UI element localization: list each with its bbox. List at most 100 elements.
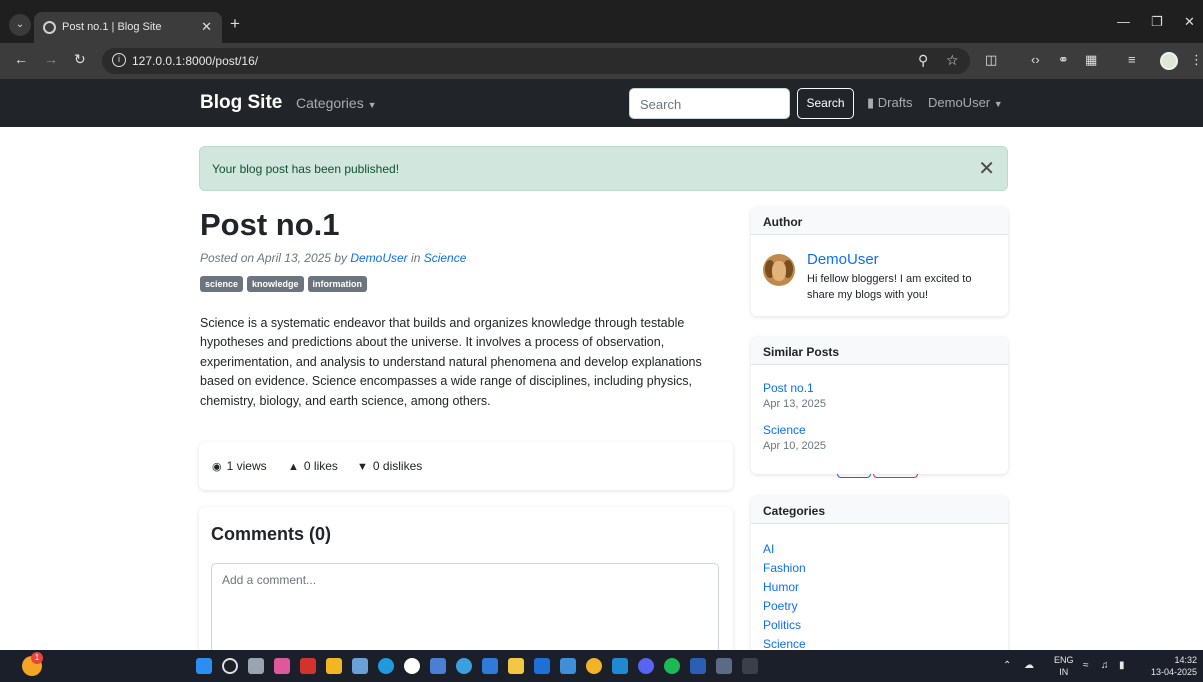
- likes-stat[interactable]: ▲ 0 likes: [288, 459, 338, 473]
- site-navbar: Blog Site Categories ▼ Search Search ▮ D…: [0, 79, 1203, 127]
- views-stat: ◉ 1 views: [212, 459, 267, 473]
- copilot-icon[interactable]: [274, 658, 290, 674]
- reload-icon[interactable]: ↻: [74, 51, 86, 68]
- category-link[interactable]: Fashion: [763, 559, 806, 578]
- user-dropdown[interactable]: DemoUser ▼: [928, 95, 1003, 110]
- powershell-icon[interactable]: [742, 658, 758, 674]
- bookmark-star-icon[interactable]: ☆: [946, 52, 959, 69]
- close-icon[interactable]: ✕: [978, 156, 995, 181]
- language-indicator[interactable]: ENG IN: [1054, 654, 1074, 678]
- menu-dots-icon[interactable]: ⋮: [1190, 52, 1203, 68]
- category-link[interactable]: Science: [424, 251, 467, 265]
- snipping-icon[interactable]: [716, 658, 732, 674]
- file-explorer-icon[interactable]: [326, 658, 342, 674]
- clock[interactable]: 14:32 13-04-2025: [1147, 654, 1197, 678]
- close-tab-icon[interactable]: ✕: [201, 19, 212, 35]
- clock-time: 14:32: [1174, 655, 1197, 665]
- forward-icon[interactable]: →: [44, 51, 58, 67]
- similar-post-link[interactable]: Science: [763, 423, 826, 437]
- thumbs-up-icon: ▲: [288, 461, 299, 473]
- wifi-icon[interactable]: ≈: [1083, 660, 1089, 671]
- author-heading: Author: [751, 207, 1008, 235]
- category-link[interactable]: Humor: [763, 578, 806, 597]
- site-brand[interactable]: Blog Site: [200, 92, 282, 114]
- profile-avatar-icon[interactable]: [1160, 52, 1178, 70]
- comments-title: Comments (0): [211, 524, 332, 544]
- mcafee-icon[interactable]: [300, 658, 316, 674]
- tab-search-button[interactable]: ⌄: [9, 14, 31, 36]
- tab-title: Post no.1 | Blog Site: [62, 21, 162, 33]
- drafts-label: Drafts: [877, 95, 913, 110]
- categories-heading: Categories: [751, 496, 1008, 524]
- app-icon[interactable]: [404, 658, 420, 674]
- post-title: Post no.1: [200, 207, 340, 242]
- vscode-icon[interactable]: [612, 658, 628, 674]
- tab-list-icon[interactable]: ≡: [1128, 52, 1136, 67]
- site-info-icon[interactable]: i: [112, 53, 126, 67]
- store-icon[interactable]: [352, 658, 368, 674]
- minimize-icon[interactable]: —: [1117, 14, 1130, 29]
- author-link[interactable]: DemoUser: [350, 251, 407, 265]
- chrome-icon[interactable]: [586, 658, 602, 674]
- tag-badge[interactable]: science: [200, 276, 244, 292]
- volume-icon[interactable]: ♫: [1101, 660, 1109, 671]
- browser-tab[interactable]: Post no.1 | Blog Site ✕: [34, 12, 222, 43]
- reading-mode-icon[interactable]: ▦: [1085, 52, 1097, 68]
- similar-post-date: Apr 13, 2025: [763, 398, 826, 410]
- extensions-icon[interactable]: ◫: [985, 52, 997, 68]
- drafts-link[interactable]: ▮ Drafts: [867, 95, 912, 111]
- discord-icon[interactable]: [638, 658, 654, 674]
- author-bio: Hi fellow bloggers! I am excited to shar…: [807, 273, 972, 301]
- task-view-icon[interactable]: [248, 658, 264, 674]
- lang-line1: ENG: [1054, 655, 1074, 665]
- search-input[interactable]: Search: [629, 88, 790, 119]
- chevron-up-icon[interactable]: ⌃: [1003, 660, 1011, 671]
- dislikes-stat[interactable]: ▼ 0 dislikes: [357, 459, 422, 473]
- category-link[interactable]: Science: [763, 635, 806, 650]
- list-item: Post no.1 Apr 13, 2025: [763, 381, 826, 410]
- meta-prefix: Posted on April 13, 2025 by: [200, 251, 351, 265]
- avatar: [763, 254, 795, 286]
- address-bar[interactable]: i 127.0.0.1:8000/post/16/ ⚲ ☆: [102, 48, 970, 74]
- edge-icon[interactable]: [378, 658, 394, 674]
- clock-date: 13-04-2025: [1150, 667, 1197, 677]
- cloud-icon[interactable]: ☁: [1024, 660, 1034, 671]
- restore-icon[interactable]: ❐: [1151, 14, 1163, 30]
- category-link[interactable]: AI: [763, 540, 806, 559]
- onedrive-icon[interactable]: [560, 658, 576, 674]
- category-link[interactable]: Politics: [763, 616, 806, 635]
- caret-down-icon: ▼: [993, 99, 1003, 109]
- taskbar: 1 ⌃ ☁ ENG IN ≈ ♫ ▮ 14:32 13-04-2025: [0, 650, 1203, 682]
- back-icon[interactable]: ←: [14, 51, 28, 67]
- caret-down-icon: ▼: [367, 100, 377, 110]
- author-name-link[interactable]: DemoUser: [807, 251, 879, 268]
- comment-textarea[interactable]: Add a comment...: [211, 563, 719, 650]
- outlook-icon[interactable]: [534, 658, 550, 674]
- author-card: Author DemoUser Hi fellow bloggers! I am…: [751, 207, 1008, 316]
- battery-icon[interactable]: ▮: [1119, 660, 1125, 671]
- close-window-icon[interactable]: ✕: [1184, 14, 1195, 30]
- notepad-icon[interactable]: [430, 658, 446, 674]
- terminal-icon[interactable]: [482, 658, 498, 674]
- dislikes-count: 0 dislikes: [372, 459, 423, 473]
- categories-dropdown[interactable]: Categories ▼: [296, 95, 377, 111]
- link-icon[interactable]: ⚭: [1058, 52, 1069, 68]
- windows-start-icon[interactable]: [196, 658, 212, 674]
- similar-post-link[interactable]: Post no.1: [763, 381, 826, 395]
- views-count: 1 views: [226, 459, 267, 473]
- category-link[interactable]: Poetry: [763, 597, 806, 616]
- search-button[interactable]: Search: [797, 88, 854, 119]
- globe-icon: [43, 21, 56, 34]
- new-tab-button[interactable]: +: [230, 14, 240, 34]
- python-icon[interactable]: [456, 658, 472, 674]
- sticky-notes-icon[interactable]: [508, 658, 524, 674]
- spotify-icon[interactable]: [664, 658, 680, 674]
- word-icon[interactable]: [690, 658, 706, 674]
- code-icon[interactable]: ‹›: [1031, 52, 1040, 67]
- tag-badge[interactable]: information: [307, 276, 368, 292]
- zoom-icon[interactable]: ⚲: [918, 52, 928, 69]
- search-icon[interactable]: [222, 658, 238, 674]
- similar-posts-card: Similar Posts Post no.1 Apr 13, 2025 Sci…: [751, 337, 1008, 474]
- browser-toolbar: ← → ↻ i 127.0.0.1:8000/post/16/ ⚲ ☆ ◫ ‹›…: [0, 43, 1203, 79]
- tag-badge[interactable]: knowledge: [247, 276, 304, 292]
